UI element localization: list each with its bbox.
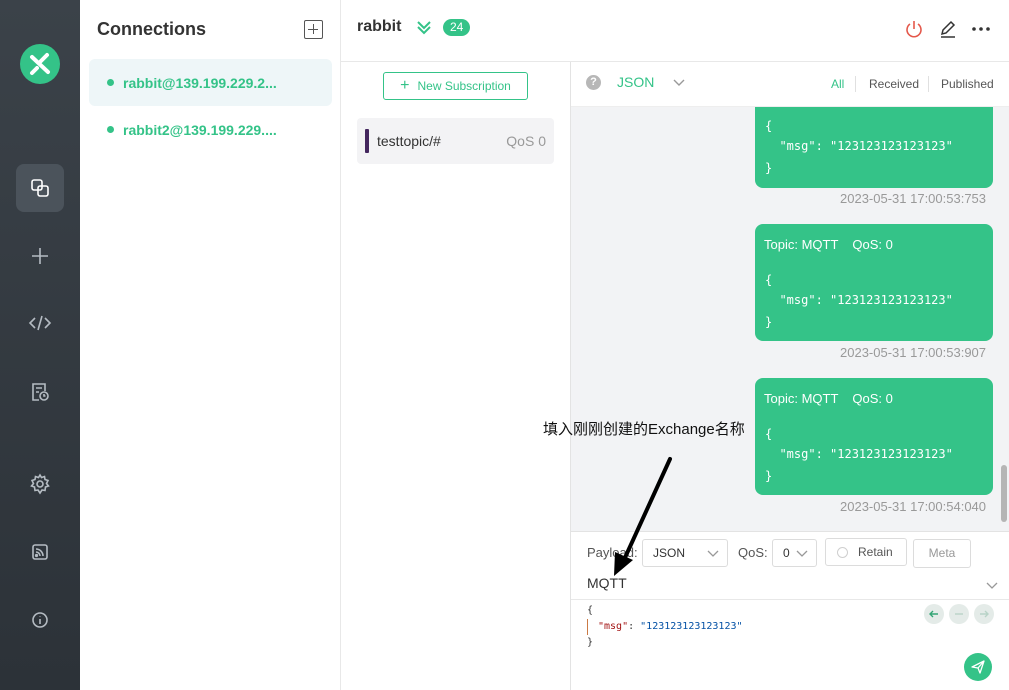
qos-value: 0	[783, 546, 790, 560]
json-key: "msg"	[598, 621, 629, 632]
subscriptions-panel: + New Subscription testtopic/# QoS 0	[341, 62, 571, 690]
published-message-bubble[interactable]: { "msg": "123123123123123" }	[755, 107, 993, 188]
message-scrollbar[interactable]	[1001, 465, 1007, 522]
new-subscription-button[interactable]: + New Subscription	[383, 72, 528, 100]
more-options-icon[interactable]	[971, 19, 991, 39]
message-timestamp: 2023-05-31 17:00:53:907	[840, 345, 987, 360]
collapse-double-chevron-icon[interactable]	[416, 19, 432, 35]
about-info-icon[interactable]	[16, 596, 64, 644]
chevron-down-icon[interactable]	[672, 75, 686, 89]
history-forward-button[interactable]	[974, 604, 994, 624]
message-topic: Topic: MQTT	[764, 237, 839, 252]
message-format-select[interactable]: JSON	[617, 74, 654, 90]
message-timestamp: 2023-05-31 17:00:53:753	[840, 191, 987, 206]
message-qos: QoS: 0	[852, 391, 893, 406]
plus-icon: +	[400, 77, 410, 94]
message-qos: QoS: 0	[852, 237, 893, 252]
message-body-line: }	[765, 161, 773, 175]
message-body-line: "msg": "123123123123123"	[765, 447, 953, 461]
add-connection-icon[interactable]	[304, 20, 323, 39]
chevron-down-icon[interactable]	[985, 580, 999, 592]
retain-toggle[interactable]: Retain	[825, 538, 907, 566]
message-body-line: }	[765, 315, 773, 329]
connections-title: Connections	[97, 19, 207, 39]
message-count-badge: 24	[443, 19, 471, 36]
retain-label: Retain	[858, 545, 893, 559]
send-button[interactable]	[964, 653, 992, 681]
message-body-line: {	[765, 119, 773, 133]
filter-published-tab[interactable]: Published	[941, 77, 994, 91]
editor-line: }	[587, 637, 594, 648]
edit-pencil-icon[interactable]	[938, 19, 958, 39]
qos-select[interactable]: 0	[772, 539, 817, 567]
new-connection-icon[interactable]	[16, 232, 64, 280]
divider	[928, 76, 929, 92]
status-dot-icon	[107, 126, 114, 133]
message-topic: Topic: MQTT	[764, 391, 839, 406]
connection-item[interactable]: rabbit@139.199.229.2...	[89, 59, 332, 106]
qos-label: QoS:	[738, 545, 768, 560]
published-message-bubble[interactable]: Topic: MQTT QoS: 0 { "msg": "123123123123…	[755, 224, 993, 341]
message-header: Topic: MQTT QoS: 0	[764, 391, 893, 406]
log-icon[interactable]	[16, 368, 64, 416]
disconnect-power-icon[interactable]	[904, 19, 924, 39]
filter-received-tab[interactable]: Received	[869, 77, 919, 91]
published-message-bubble[interactable]: Topic: MQTT QoS: 0 { "msg": "123123123123…	[755, 378, 993, 495]
new-subscription-label: New Subscription	[417, 79, 511, 93]
connection-name: rabbit	[357, 18, 402, 35]
filter-all-tab[interactable]: All	[831, 77, 844, 91]
arrow-left-icon	[929, 610, 938, 618]
subscribe-feed-icon[interactable]	[16, 528, 64, 576]
history-back-button[interactable]	[924, 604, 944, 624]
chevron-down-icon	[796, 550, 808, 557]
annotation-text: 填入刚刚创建的Exchange名称	[543, 421, 745, 438]
connection-topbar: rabbit 24	[341, 0, 1009, 62]
settings-gear-icon[interactable]	[16, 460, 64, 508]
message-body-line: "msg": "123123123123123"	[765, 139, 953, 153]
minus-icon	[955, 613, 963, 615]
chevron-down-icon	[707, 550, 719, 557]
mqttx-logo	[20, 44, 60, 84]
arrow-right-icon	[980, 610, 989, 618]
status-dot-icon	[107, 79, 114, 86]
editor-line: {	[587, 605, 594, 616]
subscription-qos: QoS 0	[506, 133, 546, 149]
subscription-topic: testtopic/#	[377, 133, 441, 149]
message-body-line: "msg": "123123123123123"	[765, 293, 953, 307]
subscription-item[interactable]: testtopic/# QoS 0	[357, 118, 554, 164]
radio-icon	[837, 547, 848, 558]
connections-nav-icon[interactable]	[16, 164, 64, 212]
connection-label: rabbit2@139.199.229....	[123, 121, 277, 138]
subscription-color-bar	[365, 129, 369, 153]
annotation-arrow	[614, 457, 672, 576]
message-header: Topic: MQTT QoS: 0	[764, 237, 893, 252]
payload-editor[interactable]: { "msg": "123123123123123"}	[587, 603, 743, 651]
message-body-line: }	[765, 469, 773, 483]
divider	[855, 76, 856, 92]
history-clear-button[interactable]	[949, 604, 969, 624]
connection-item[interactable]: rabbit2@139.199.229....	[89, 106, 332, 153]
message-timestamp: 2023-05-31 17:00:54:040	[840, 499, 987, 514]
editor-line: "msg": "123123123123123"	[587, 619, 743, 635]
script-code-icon[interactable]	[16, 299, 64, 347]
send-icon	[971, 660, 985, 674]
message-body-line: {	[765, 273, 773, 287]
divider	[571, 599, 1009, 600]
connection-label: rabbit@139.199.229.2...	[123, 74, 277, 91]
json-value: "123123123123123"	[640, 621, 743, 632]
meta-button[interactable]: Meta	[913, 539, 971, 568]
nav-rail	[0, 0, 80, 690]
help-icon[interactable]: ?	[586, 75, 601, 90]
json-colon: :	[628, 621, 641, 632]
message-toolbar: ? JSON All Received Published	[571, 62, 1009, 107]
connections-panel: Connections rabbit@139.199.229.2... rabb…	[80, 0, 341, 690]
message-body-line: {	[765, 427, 773, 441]
